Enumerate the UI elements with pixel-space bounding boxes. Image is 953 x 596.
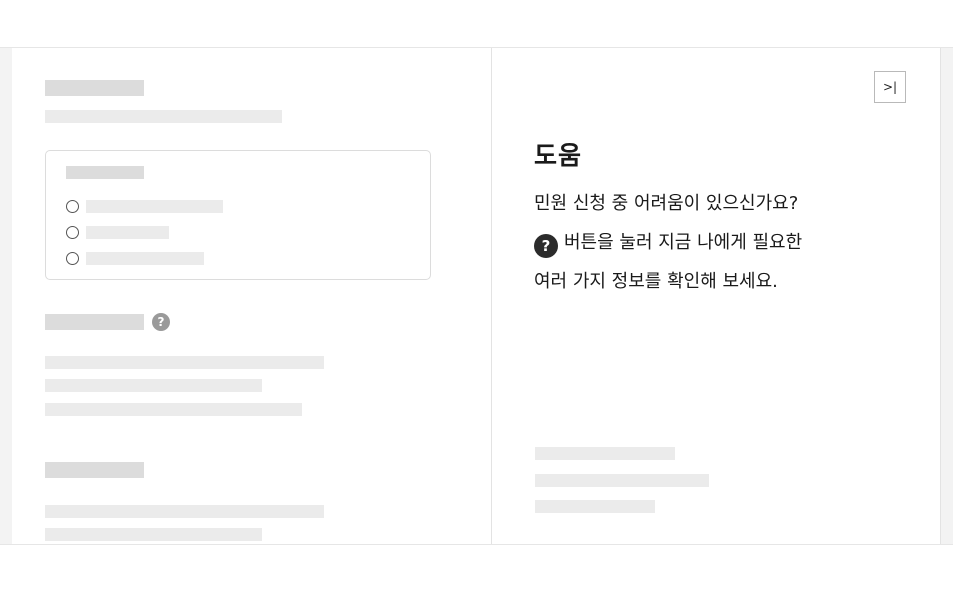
skeleton-help-link xyxy=(535,447,675,460)
help-text-line-1: 민원 신청 중 어려움이 있으신가요? xyxy=(534,193,799,214)
help-title: 도움 xyxy=(534,141,583,170)
help-text-line-2-label: 버튼을 눌러 지금 나에게 필요한 xyxy=(564,232,803,253)
skeleton-text-line xyxy=(45,505,324,518)
skeleton-text-line xyxy=(45,379,262,392)
skeleton-text-line xyxy=(45,403,302,416)
help-question-icon[interactable]: ? xyxy=(152,313,170,331)
radio-option-group xyxy=(45,150,431,280)
top-bar xyxy=(0,0,953,48)
skeleton-page-subtitle xyxy=(45,110,282,123)
skeleton-option-2-label xyxy=(86,226,169,239)
content-frame: ? >| 도움 민원 신청 중 어려움이 있으신가요? ? 버튼을 눌러 지금 나… xyxy=(0,48,953,544)
help-panel: >| 도움 민원 신청 중 어려움이 있으신가요? ? 버튼을 눌러 지금 나에게… xyxy=(492,48,941,544)
help-text-line-3: 여러 가지 정보를 확인해 보세요. xyxy=(534,271,778,292)
skeleton-group-label xyxy=(66,166,144,179)
skeleton-text-line xyxy=(45,528,262,541)
radio-option-2[interactable] xyxy=(66,226,79,239)
help-text-line-2: ? 버튼을 눌러 지금 나에게 필요한 xyxy=(534,228,802,258)
skeleton-text-line xyxy=(45,356,324,369)
collapse-panel-icon: >| xyxy=(882,80,898,94)
bottom-bar xyxy=(0,544,953,596)
question-icon: ? xyxy=(534,234,558,258)
skeleton-section-heading xyxy=(45,314,144,330)
skeleton-help-link xyxy=(535,474,709,487)
skeleton-help-link xyxy=(535,500,655,513)
skeleton-section-heading xyxy=(45,462,144,478)
skeleton-option-1-label xyxy=(86,200,223,213)
skeleton-page-title xyxy=(45,80,144,96)
collapse-help-button[interactable]: >| xyxy=(874,71,906,103)
radio-option-1[interactable] xyxy=(66,200,79,213)
skeleton-option-3-label xyxy=(86,252,204,265)
main-form-panel: ? xyxy=(12,48,492,544)
radio-option-3[interactable] xyxy=(66,252,79,265)
